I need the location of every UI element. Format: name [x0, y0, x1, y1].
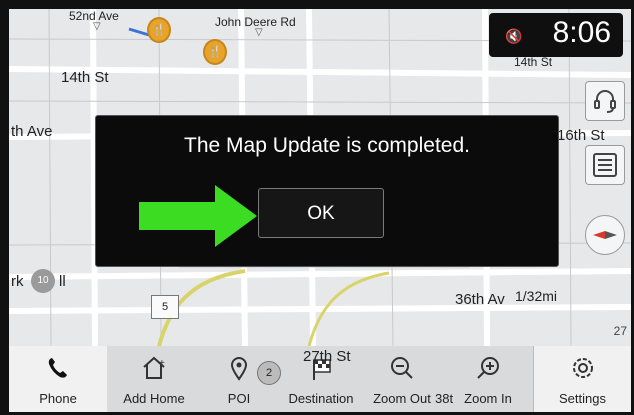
street-label: 16th St [557, 127, 605, 144]
list-button[interactable] [585, 145, 625, 185]
nav-phone[interactable]: Phone [9, 346, 107, 412]
nav-settings[interactable]: Settings [533, 346, 631, 412]
route-sign: 5 [151, 295, 179, 319]
nav-zoom-out-label: Zoom Out [373, 391, 431, 406]
nav-zoom-out[interactable]: Zoom Out [369, 346, 435, 412]
street-label: rk [11, 273, 24, 290]
settings-icon [572, 358, 593, 378]
road-marker: ▽ [93, 21, 101, 32]
nav-add-home-label: Add Home [123, 391, 185, 406]
nav-add-home[interactable]: + Add Home [109, 346, 199, 412]
street-label: 36th Av [455, 291, 505, 308]
list-icon [593, 153, 617, 177]
street-label: ll [59, 273, 66, 290]
nav-settings-label: Settings [559, 391, 606, 406]
nav-destination-label: Destination [288, 391, 354, 406]
nav-zoom-in[interactable]: Zoom In [455, 346, 521, 412]
street-label: th Ave [11, 123, 53, 140]
clock-time: 8:06 [552, 16, 611, 49]
add-home-icon: + [143, 356, 165, 379]
nav-poi-label: POI [227, 391, 251, 406]
map-label-number: 27 [613, 324, 627, 338]
screen: 52nd Ave ▽ John Deere Rd ▽ 14th St 14th … [9, 9, 631, 412]
compass-icon [593, 231, 617, 239]
dialog-message: The Map Update is completed. [184, 134, 470, 157]
route-shield: 10 [31, 269, 55, 293]
street-label: 14th St [514, 55, 553, 69]
restaurant-pin-icon[interactable]: 🍴 [147, 17, 171, 43]
restaurant-pin-icon[interactable]: 🍴 [203, 39, 227, 65]
device-frame: 52nd Ave ▽ John Deere Rd ▽ 14th St 14th … [0, 0, 634, 415]
voice-icon [594, 90, 616, 113]
street-label: 27th St [303, 348, 351, 365]
poi-count-badge: 2 [257, 361, 281, 385]
mute-icon: 🔇 [505, 28, 523, 44]
street-label: 14th St [61, 69, 109, 86]
status-clock: 🔇 8:06 [489, 13, 623, 57]
nav-zoom-in-label: Zoom In [464, 391, 512, 406]
zoom-out-icon [391, 357, 413, 379]
map-scale: 1/32mi [515, 288, 558, 304]
green-arrow-icon [139, 185, 257, 247]
road-marker: ▽ [255, 27, 263, 38]
voice-button[interactable] [585, 81, 625, 121]
zoom-in-icon [477, 357, 499, 379]
ok-button[interactable]: OK [258, 188, 384, 238]
compass-button[interactable] [585, 215, 625, 255]
nav-phone-label: Phone [39, 391, 77, 406]
phone-icon [48, 358, 67, 378]
poi-icon [230, 357, 248, 381]
map-label-number: 38t [435, 391, 454, 406]
svg-text:+: + [159, 358, 165, 369]
